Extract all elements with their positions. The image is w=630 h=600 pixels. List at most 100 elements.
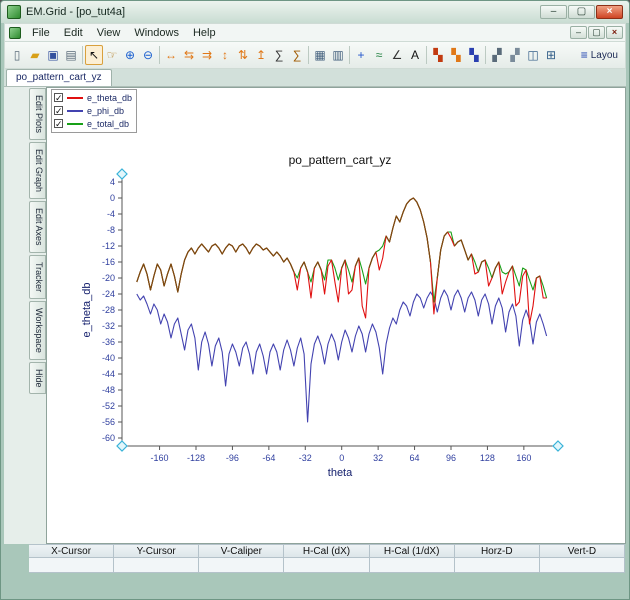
icon-glyph: ▰	[30, 49, 39, 61]
text-label-icon[interactable]: A	[406, 45, 424, 65]
series-overlap	[478, 260, 485, 272]
mdi-close-button[interactable]: ×	[606, 26, 623, 39]
icon-glyph: ↕	[222, 49, 228, 61]
side-tab-tracker[interactable]: Tracker	[29, 255, 46, 299]
zoom-out-icon[interactable]: ⊖	[139, 45, 157, 65]
close-button[interactable]: ×	[596, 5, 623, 19]
pan-left-right-icon[interactable]: ⇆	[180, 45, 198, 65]
sum-lower-icon[interactable]: ∑	[288, 45, 306, 65]
side-tab-edit-graph[interactable]: Edit Graph	[29, 142, 46, 199]
tab-po_pattern_cart_yz[interactable]: po_pattern_cart_yz	[6, 69, 112, 86]
data-table-icon[interactable]: ▥	[329, 45, 347, 65]
axis-handle[interactable]	[117, 169, 127, 179]
toolbar-separator	[308, 46, 309, 64]
layout-button[interactable]: ≡ Layou	[577, 45, 622, 65]
legend-label: e_theta_db	[87, 93, 132, 103]
overlay-grid-icon[interactable]: ▞	[506, 45, 524, 65]
legend-color-line	[67, 110, 83, 112]
legend-row-e_theta_db: ✓ e_theta_db	[54, 91, 132, 104]
status-value-cell	[540, 558, 625, 573]
y-tick-label: -32	[102, 321, 115, 331]
x-tick-label: 0	[339, 453, 344, 463]
axis-handle[interactable]	[553, 441, 563, 451]
y-tick-label: -52	[102, 401, 115, 411]
print-icon[interactable]: ▤	[62, 45, 80, 65]
menu-item-edit[interactable]: Edit	[57, 25, 90, 41]
plot-style-red-icon[interactable]: ▚	[429, 45, 447, 65]
menu-item-view[interactable]: View	[90, 25, 128, 41]
y-tick-label: -48	[102, 385, 115, 395]
plot-legend: ✓ e_theta_db ✓ e_phi_db ✓ e_total_db	[51, 89, 137, 133]
workspace: Edit Plots Edit Graph Edit Axes Tracker Work…	[4, 87, 626, 544]
mdi-restore-button[interactable]: ▢	[588, 26, 605, 39]
side-tab-edit-plots[interactable]: Edit Plots	[29, 88, 46, 140]
add-marker-icon[interactable]: +	[352, 45, 370, 65]
series-e_phi_db	[137, 290, 547, 422]
menu-item-file[interactable]: File	[25, 25, 57, 41]
overlay-half-icon[interactable]: ▞	[488, 45, 506, 65]
page-right-icon[interactable]: ⇉	[198, 45, 216, 65]
menu-item-windows[interactable]: Windows	[127, 25, 186, 41]
menus: FileEditViewWindowsHelp	[25, 25, 223, 41]
sum-upper-icon[interactable]: ∑	[270, 45, 288, 65]
pan-up-down-icon[interactable]: ⇅	[234, 45, 252, 65]
split-view-icon[interactable]: ◫	[524, 45, 542, 65]
toolbar-icons: ▯▰▣▤↖☞⊕⊖↔⇆⇉↕⇅↥∑∑▦▥+≈∠A▚▚▚▞▞◫⊞	[8, 42, 560, 68]
plot-canvas[interactable]: ✓ e_theta_db ✓ e_phi_db ✓ e_total_db 4 0 -…	[46, 87, 626, 544]
minimize-button[interactable]: –	[540, 5, 567, 19]
x-tick-label: 128	[480, 453, 495, 463]
fit-height-icon[interactable]: ↕	[216, 45, 234, 65]
x-tick-label: -64	[262, 453, 275, 463]
pan-hand-icon[interactable]: ☞	[103, 45, 121, 65]
legend-checkbox[interactable]: ✓	[54, 119, 63, 128]
series-overlap	[509, 266, 513, 272]
icon-glyph: ⇉	[202, 49, 212, 61]
angle-measure-icon[interactable]: ∠	[388, 45, 406, 65]
x-tick-label: 96	[446, 453, 456, 463]
icon-glyph: ▞	[492, 49, 501, 61]
status-value-cell	[114, 558, 199, 573]
y-tick-label: -8	[107, 225, 115, 235]
side-tab-edit-axes[interactable]: Edit Axes	[29, 201, 46, 253]
icon-glyph: ▯	[14, 49, 21, 61]
mdi-window-buttons: – ▢ ×	[570, 26, 623, 39]
app-icon	[7, 5, 21, 19]
y-tick-label: 4	[110, 177, 115, 187]
open-folder-icon[interactable]: ▰	[26, 45, 44, 65]
status-column-header: H-Cal (1/dX)	[370, 544, 455, 558]
curve-fit-icon[interactable]: ≈	[370, 45, 388, 65]
fit-width-icon[interactable]: ↔	[162, 45, 180, 65]
plot-style-blue-icon[interactable]: ▚	[465, 45, 483, 65]
new-doc-icon[interactable]: ▯	[8, 45, 26, 65]
legend-row-e_total_db: ✓ e_total_db	[54, 117, 132, 130]
icon-glyph: ≈	[376, 49, 383, 61]
plot-style-orange-icon[interactable]: ▚	[447, 45, 465, 65]
y-tick-label: -4	[107, 209, 115, 219]
y-tick-label: -12	[102, 241, 115, 251]
grid-icon[interactable]: ▦	[311, 45, 329, 65]
side-tab-workspace[interactable]: Workspace	[29, 301, 46, 360]
window-title: EM.Grid - [po_tut4a]	[26, 6, 540, 18]
axis-handle[interactable]	[117, 441, 127, 451]
title-bar[interactable]: EM.Grid - [po_tut4a] – ▢ ×	[1, 1, 629, 23]
series-e_theta_db	[137, 198, 547, 324]
select-arrow-icon[interactable]: ↖	[85, 45, 103, 65]
maximize-button[interactable]: ▢	[568, 5, 595, 19]
zoom-in-icon[interactable]: ⊕	[121, 45, 139, 65]
expand-view-icon[interactable]: ⊞	[542, 45, 560, 65]
side-tab-hide[interactable]: Hide	[29, 362, 46, 395]
series-overlap	[301, 262, 308, 272]
series-overlap	[314, 262, 321, 270]
toolbar-separator	[485, 46, 486, 64]
icon-glyph: ▦	[314, 49, 325, 61]
y-tick-label: 0	[110, 193, 115, 203]
legend-checkbox[interactable]: ✓	[54, 106, 63, 115]
mdi-minimize-button[interactable]: –	[570, 26, 587, 39]
menu-item-help[interactable]: Help	[186, 25, 223, 41]
save-icon[interactable]: ▣	[44, 45, 62, 65]
x-tick-label: 160	[516, 453, 531, 463]
x-tick-label: 32	[373, 453, 383, 463]
chart[interactable]: 40-4-8-12-16-20-24-28-32-36-40-44-48-52-…	[76, 152, 616, 482]
legend-checkbox[interactable]: ✓	[54, 93, 63, 102]
autoscale-icon[interactable]: ↥	[252, 45, 270, 65]
